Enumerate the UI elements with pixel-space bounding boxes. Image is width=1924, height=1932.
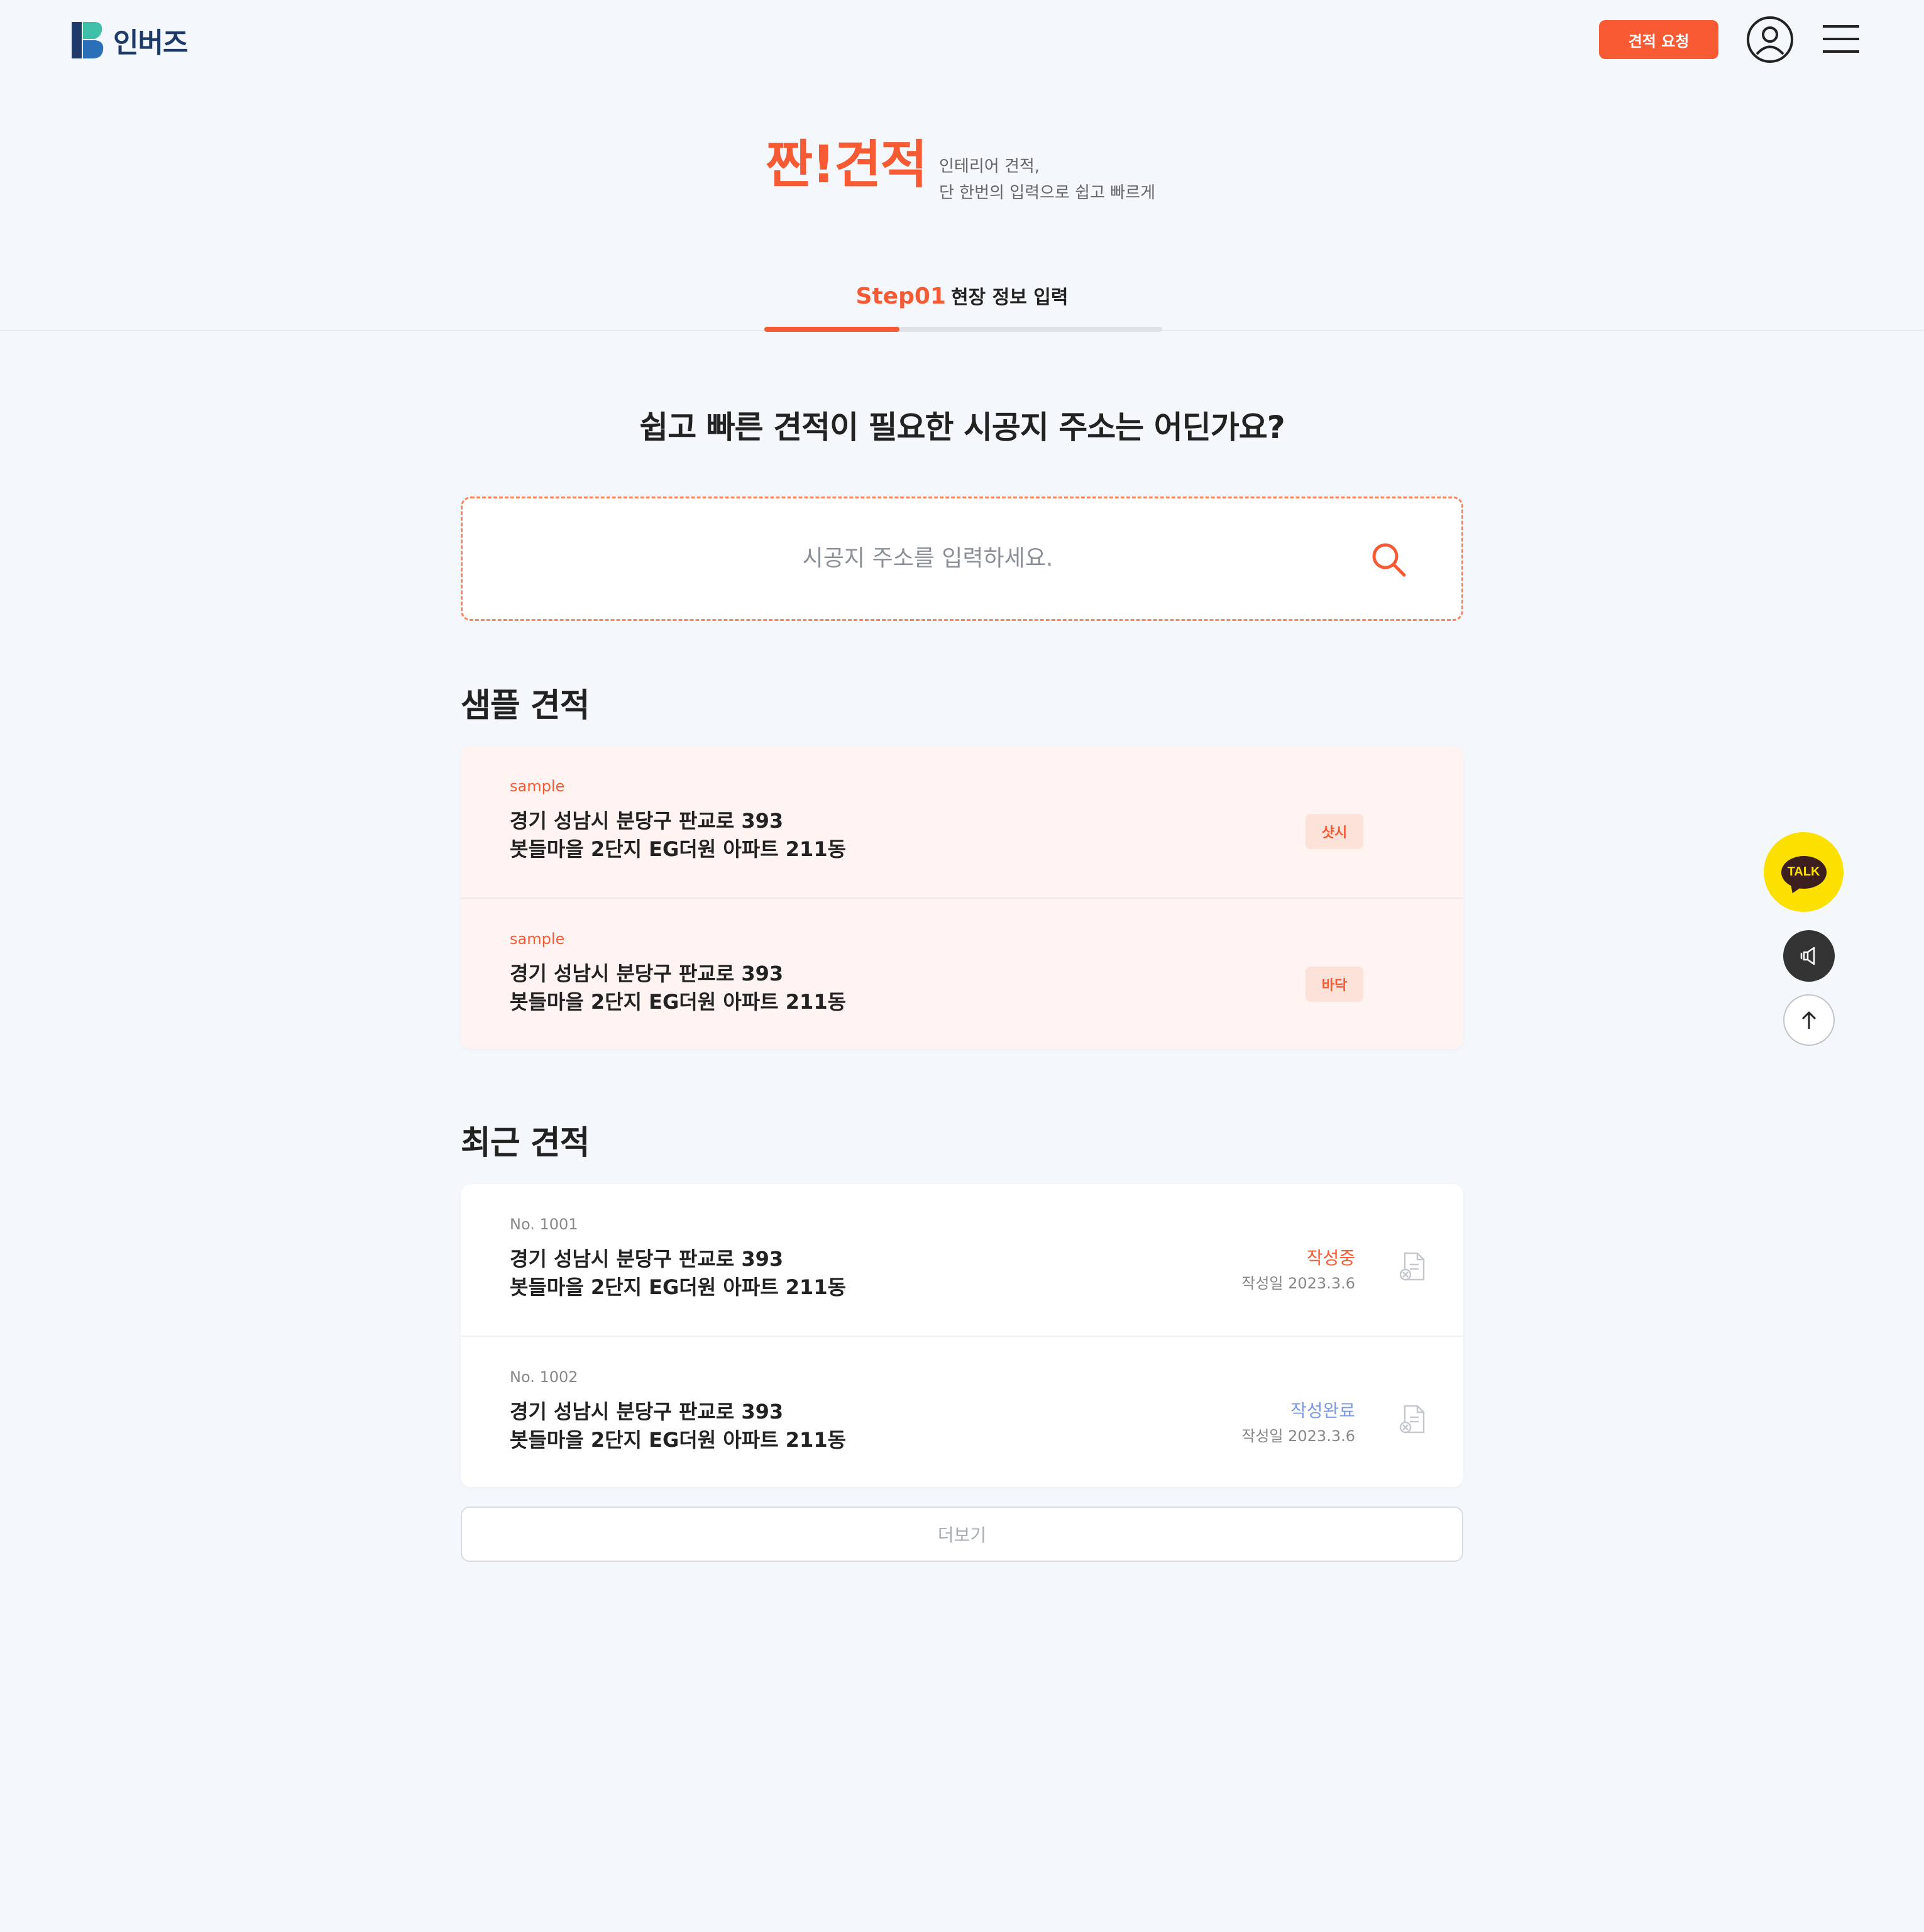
sample-tag: sample [510,777,565,795]
kakao-talk-button[interactable]: TALK [1764,832,1844,912]
speaker-icon [1800,947,1815,965]
step-indicator: Step01 현장 정보 입력 [0,282,1924,309]
recent-item[interactable]: No. 1001 경기 성남시 분당구 판교로 393 봇들마을 2단지 EG더… [461,1184,1463,1336]
more-button[interactable]: 더보기 [461,1507,1463,1562]
sample-category-badge: 샷시 [1306,814,1363,849]
hero-subtitle: 인테리어 견적, 단 한번의 입력으로 쉽고 빠르게 [939,153,1155,206]
address-search-box [461,497,1463,621]
hamburger-menu-icon[interactable] [1823,23,1859,55]
recent-item[interactable]: No. 1002 경기 성남시 분당구 판교로 393 봇들마을 2단지 EG더… [461,1336,1463,1487]
hero-title: 짠!견적 [766,135,928,195]
talk-label: TALK [1787,865,1820,879]
sample-list: sample 경기 성남시 분당구 판교로 393 봇들마을 2단지 EG더원 … [461,746,1463,1049]
step-progress-bar [764,327,1162,332]
recent-date: 작성일 2023.3.6 [1241,1427,1355,1445]
step-progress-fill [764,327,900,332]
hero-subtitle-line2: 단 한번의 입력으로 쉽고 빠르게 [939,184,1156,202]
document-cancel-icon[interactable] [1400,1252,1425,1281]
talk-bubble-icon: TALK [1781,855,1827,889]
recent-status: 작성중 [1306,1248,1355,1268]
recent-item-number: No. 1002 [510,1368,578,1386]
recent-address-line1: 경기 성남시 분당구 판교로 393 [510,1247,784,1271]
logo-b-icon [72,22,104,58]
recent-address-line2: 봇들마을 2단지 EG더원 아파트 211동 [510,1275,847,1299]
sample-tag: sample [510,930,565,948]
request-estimate-button[interactable]: 견적 요청 [1599,20,1718,59]
document-cancel-icon[interactable] [1400,1405,1425,1434]
recent-list: No. 1001 경기 성남시 분당구 판교로 393 봇들마을 2단지 EG더… [461,1184,1463,1487]
logo[interactable]: 인버즈 [69,18,188,63]
step-label: 현장 정보 입력 [950,287,1069,309]
hero-subtitle-line1: 인테리어 견적, [939,157,1040,176]
sample-item[interactable]: sample 경기 성남시 분당구 판교로 393 봇들마을 2단지 EG더원 … [461,746,1463,897]
user-icon[interactable] [1746,16,1794,63]
address-question: 쉽고 빠른 견적이 필요한 시공지 주소는 어딘가요? [639,409,1285,446]
step-number: Step01 [855,283,946,309]
sample-address-line2: 봇들마을 2단지 EG더원 아파트 211동 [510,990,847,1014]
sample-address-line2: 봇들마을 2단지 EG더원 아파트 211동 [510,837,847,861]
scroll-top-button[interactable] [1783,994,1835,1046]
search-icon[interactable] [1369,540,1408,579]
sample-category-badge: 바닥 [1306,967,1363,1002]
sample-item[interactable]: sample 경기 성남시 분당구 판교로 393 봇들마을 2단지 EG더원 … [461,897,1463,1049]
sample-address-line1: 경기 성남시 분당구 판교로 393 [510,809,784,833]
recent-item-number: No. 1001 [510,1216,578,1233]
recent-date: 작성일 2023.3.6 [1241,1275,1355,1292]
recent-status: 작성완료 [1290,1400,1355,1421]
sample-address-line1: 경기 성남시 분당구 판교로 393 [510,962,784,985]
address-search-input[interactable] [481,524,1374,593]
arrow-up-icon [1801,1011,1817,1029]
recent-address-line2: 봇들마을 2단지 EG더원 아파트 211동 [510,1428,847,1452]
recent-address-line1: 경기 성남시 분당구 판교로 393 [510,1400,784,1424]
logo-text: 인버즈 [113,27,188,59]
recent-section-title: 최근 견적 [461,1124,590,1162]
announcement-button[interactable] [1783,930,1835,982]
sample-section-title: 샘플 견적 [461,687,590,725]
